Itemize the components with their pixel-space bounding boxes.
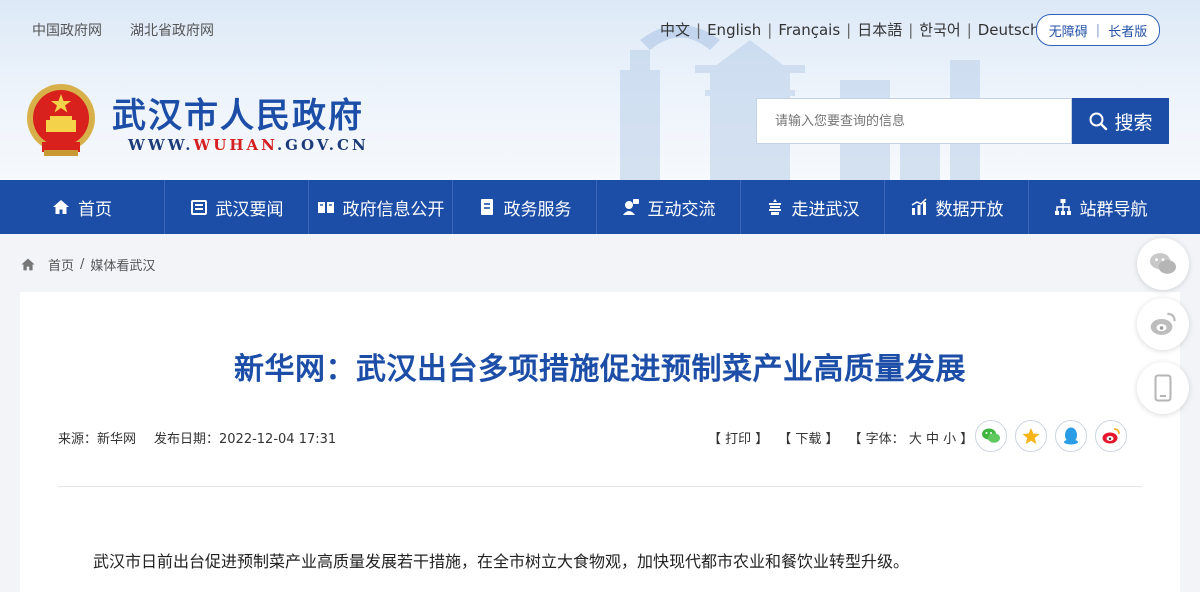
- share-qq-button[interactable]: [1055, 420, 1087, 452]
- nav-data-open[interactable]: 数据开放: [885, 180, 1028, 234]
- lang-french[interactable]: Français: [778, 21, 840, 39]
- qq-icon: [1064, 427, 1078, 445]
- share-bar: [975, 420, 1127, 452]
- search-input[interactable]: [756, 98, 1072, 144]
- article-tools: 【 打印 】 【 下载 】 【 字体： 大 中 小 】: [708, 428, 973, 447]
- site-url: WWW.WUHAN.GOV.CN: [128, 136, 369, 154]
- nav-site-group[interactable]: 站群导航: [1029, 180, 1172, 234]
- main-nav: 首页 武汉要闻 政府信息公开 政务服务 互动交流 走进武汉 数据开放 站群导航: [0, 180, 1200, 234]
- article-date: 发布日期：2022-12-04 17:31: [154, 432, 337, 447]
- nav-interaction[interactable]: 互动交流: [597, 180, 740, 234]
- float-wechat-button[interactable]: [1137, 238, 1189, 290]
- qzone-icon: [1022, 428, 1040, 444]
- top-links: 中国政府网 湖北省政府网: [32, 20, 214, 40]
- share-qzone-button[interactable]: [1015, 420, 1047, 452]
- share-weibo-button[interactable]: [1095, 420, 1127, 452]
- breadcrumb-home[interactable]: 首页: [48, 255, 74, 274]
- home-icon: [53, 200, 69, 214]
- site-header: 中国政府网 湖北省政府网 中文 | English | Français | 日本語 |…: [0, 0, 1200, 180]
- lang-german[interactable]: Deutsch: [978, 21, 1040, 39]
- search-button[interactable]: 搜索: [1072, 98, 1169, 144]
- book-icon: [317, 202, 334, 213]
- print-button[interactable]: 【 打印 】: [708, 428, 768, 447]
- wechat-icon: [1150, 253, 1176, 274]
- hubei-gov-link[interactable]: 湖北省政府网: [130, 20, 214, 40]
- chart-icon: [911, 198, 927, 215]
- nav-gov-services[interactable]: 政务服务: [453, 180, 596, 234]
- home-icon: [21, 258, 35, 271]
- font-size-control: 【 字体： 大 中 小 】: [848, 432, 974, 447]
- national-emblem-icon: [27, 84, 95, 156]
- breadcrumb: 首页 / 媒体看武汉: [20, 255, 155, 274]
- article-source: 来源：新华网: [58, 432, 137, 447]
- barrier-free-link[interactable]: 无障碍: [1049, 21, 1088, 40]
- search-icon: [1089, 112, 1108, 131]
- nav-wuhan-news[interactable]: 武汉要闻: [165, 180, 308, 234]
- article-meta: 来源：新华网 发布日期：2022-12-04 17:31: [58, 428, 336, 447]
- lang-japanese[interactable]: 日本語: [857, 19, 902, 40]
- service-icon: [480, 199, 493, 215]
- article-card: 新华网：武汉出台多项措施促进预制菜产业高质量发展 来源：新华网 发布日期：202…: [20, 292, 1180, 592]
- site-name[interactable]: 武汉市人民政府: [112, 88, 364, 137]
- float-weibo-button[interactable]: [1137, 298, 1189, 350]
- lang-english[interactable]: English: [707, 21, 761, 39]
- wechat-icon: [982, 428, 1000, 443]
- share-wechat-button[interactable]: [975, 420, 1007, 452]
- weibo-icon: [1150, 312, 1176, 335]
- tower-icon: [768, 199, 781, 215]
- language-bar: 中文 | English | Français | 日本語 | 한국어 | Deutsch: [660, 19, 1040, 40]
- accessibility-switch: 无障碍 | 长者版: [1036, 14, 1160, 46]
- article-lead-paragraph: 武汉市日前出台促进预制菜产业高质量发展若干措施，在全市树立大食物观，加快现代都市…: [93, 552, 910, 571]
- font-small-button[interactable]: 小: [943, 432, 956, 447]
- weibo-icon: [1102, 428, 1120, 444]
- elderly-mode-link[interactable]: 长者版: [1108, 21, 1147, 40]
- breadcrumb-current[interactable]: 媒体看武汉: [90, 255, 155, 274]
- font-large-button[interactable]: 大: [909, 432, 922, 447]
- download-button[interactable]: 【 下载 】: [778, 428, 838, 447]
- breadcrumb-separator: /: [80, 257, 85, 272]
- news-icon: [190, 200, 207, 215]
- float-mobile-button[interactable]: [1137, 362, 1189, 414]
- nav-home[interactable]: 首页: [0, 180, 164, 234]
- article-title: 新华网：武汉出台多项措施促进预制菜产业高质量发展: [234, 352, 966, 387]
- divider: [58, 486, 1142, 487]
- nav-enter-wuhan[interactable]: 走进武汉: [741, 180, 884, 234]
- interaction-icon: [622, 199, 639, 215]
- gov-cn-link[interactable]: 中国政府网: [32, 20, 102, 40]
- lang-korean[interactable]: 한국어: [919, 19, 960, 40]
- sitemap-icon: [1054, 199, 1071, 215]
- nav-gov-info-disclosure[interactable]: 政府信息公开: [309, 180, 452, 234]
- lang-chinese[interactable]: 中文: [660, 19, 690, 40]
- mobile-icon: [1154, 374, 1172, 402]
- font-medium-button[interactable]: 中: [926, 432, 939, 447]
